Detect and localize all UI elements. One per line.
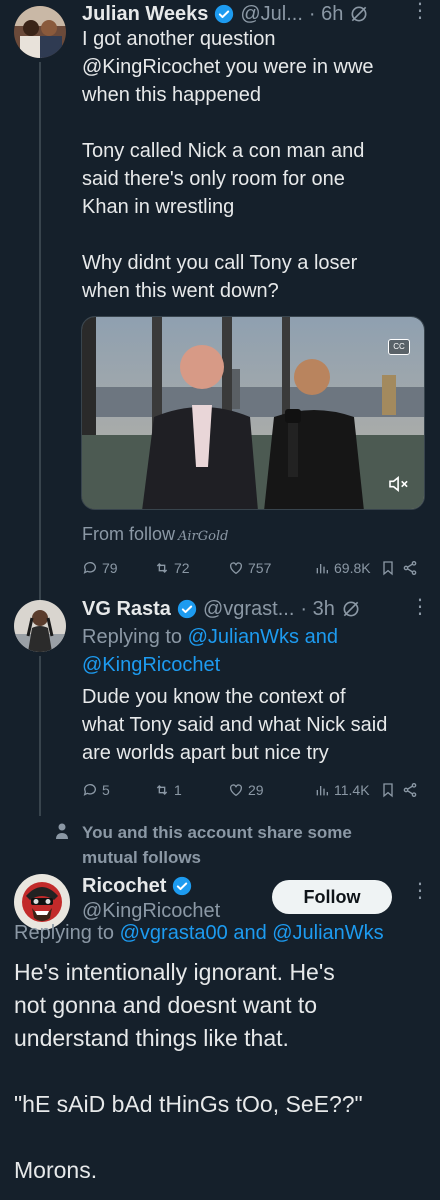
timestamp[interactable]: · 3h: [300, 598, 334, 621]
heart-icon: [230, 562, 242, 575]
more-options-icon[interactable]: ⋮: [410, 597, 430, 617]
tweet2-header: VG Rasta @vgrast... · 3h: [82, 595, 412, 623]
more-options-icon[interactable]: ⋮: [410, 1, 430, 21]
share-icon[interactable]: [402, 782, 418, 798]
repost-button[interactable]: 1: [154, 782, 182, 798]
grok-icon[interactable]: [341, 599, 361, 619]
reply-button[interactable]: 79: [82, 560, 118, 576]
views-button[interactable]: 69.8K: [314, 560, 371, 576]
replying-to: Replying to @vgrasta00 and @JulianWks: [14, 920, 384, 946]
replying-to: Replying to @JulianWks and @KingRicochet: [82, 623, 422, 679]
verified-badge-icon: [215, 4, 234, 24]
reply-count: 79: [102, 560, 118, 576]
reply-count: 5: [102, 782, 110, 798]
views-button[interactable]: 11.4K: [314, 782, 370, 798]
bookmark-icon[interactable]: [380, 560, 396, 576]
like-button[interactable]: 757: [228, 560, 271, 576]
display-name[interactable]: Ricochet: [82, 875, 166, 898]
avatar-julian-weeks[interactable]: [14, 6, 66, 58]
video-attribution: From follow AirGold: [82, 524, 228, 545]
verified-badge-icon: [173, 876, 192, 896]
tweet3-text: He's intentionally ignorant. He's not go…: [14, 959, 363, 1183]
tweet1-actions: 79 72 757 69.8K: [82, 558, 422, 578]
replying-users[interactable]: @vgrasta00 and @JulianWks: [120, 922, 384, 944]
view-count: 11.4K: [334, 782, 370, 798]
attribution-signature: AirGold: [178, 529, 229, 544]
tweet2-text: Dude you know the context of what Tony s…: [82, 686, 388, 764]
repost-button[interactable]: 72: [154, 560, 190, 576]
follow-button[interactable]: Follow: [272, 880, 392, 914]
heart-icon: [230, 784, 242, 797]
display-name[interactable]: VG Rasta: [82, 598, 171, 621]
mute-icon[interactable]: [388, 475, 410, 493]
like-button[interactable]: 29: [228, 782, 264, 798]
mutual-follows-notice: You and this account share some mutual f…: [82, 823, 352, 867]
tweet1-header: Julian Weeks @Jul... · 6h: [82, 0, 432, 28]
handle[interactable]: @Jul...: [240, 3, 303, 26]
video-player[interactable]: CC: [81, 316, 425, 510]
thread-line: [39, 62, 41, 602]
replying-prefix: Replying to: [82, 626, 188, 648]
captions-icon[interactable]: CC: [388, 339, 410, 355]
repost-icon: [156, 785, 168, 795]
grok-icon[interactable]: [349, 4, 369, 24]
thread-line: [39, 656, 41, 816]
tweet2-actions: 5 1 29 11.4K: [82, 780, 422, 800]
share-icon[interactable]: [402, 560, 418, 576]
views-icon: [316, 786, 328, 796]
views-icon: [316, 564, 328, 574]
replying-prefix: Replying to: [14, 922, 120, 944]
more-options-icon[interactable]: ⋮: [410, 881, 430, 901]
handle[interactable]: @vgrast...: [203, 598, 294, 621]
view-count: 69.8K: [334, 560, 371, 576]
timestamp[interactable]: · 6h: [309, 3, 343, 26]
reply-button[interactable]: 5: [82, 782, 110, 798]
verified-badge-icon: [177, 599, 197, 619]
person-icon: [56, 823, 68, 839]
like-count: 29: [248, 782, 264, 798]
display-name[interactable]: Julian Weeks: [82, 3, 208, 26]
repost-count: 72: [174, 560, 190, 576]
repost-count: 1: [174, 782, 182, 798]
attribution-prefix: From follow: [82, 524, 176, 544]
avatar-vg-rasta[interactable]: [14, 600, 66, 652]
reply-icon: [83, 562, 96, 574]
reply-icon: [83, 784, 96, 796]
tweet3-header: Ricochet: [82, 872, 192, 900]
repost-icon: [156, 563, 168, 573]
bookmark-icon[interactable]: [380, 782, 396, 798]
like-count: 757: [248, 560, 272, 576]
tweet1-text: I got another question @KingRicochet you…: [82, 28, 374, 302]
